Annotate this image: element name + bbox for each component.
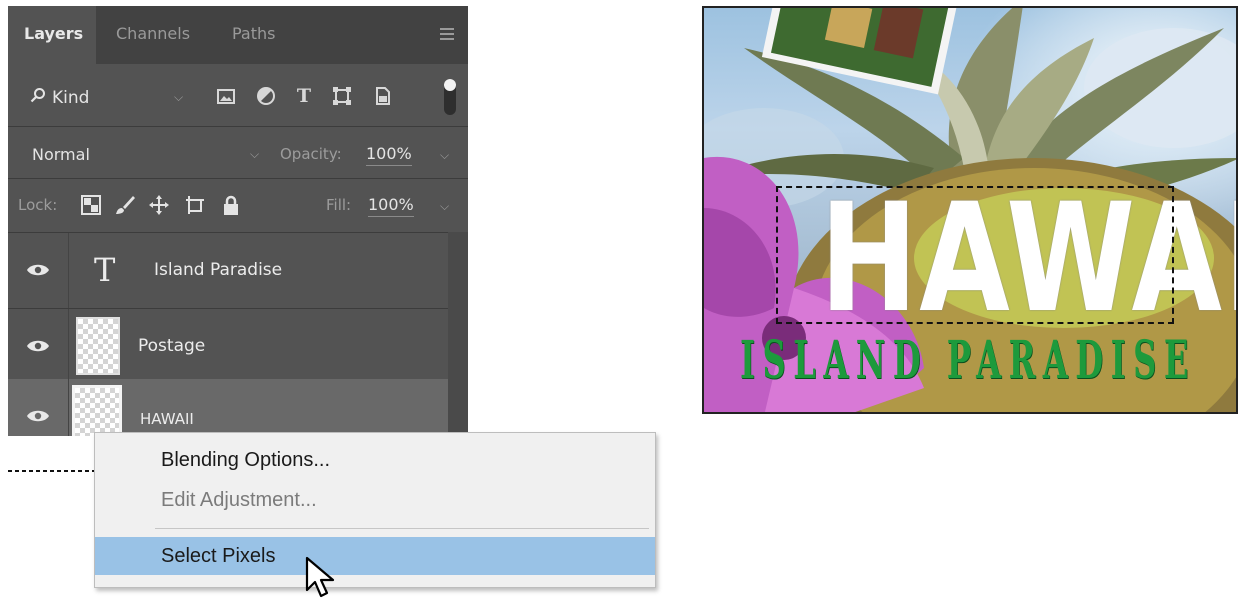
fill-chevron-icon[interactable]: ⌵ [440, 199, 449, 214]
opacity-input[interactable]: 100% [366, 144, 412, 166]
divider [8, 178, 468, 179]
eye-icon [27, 340, 49, 352]
eye-icon [27, 264, 49, 276]
lock-label: Lock: [18, 196, 58, 214]
adjustment-filter-icon[interactable] [254, 84, 278, 108]
menu-item-select-pixels[interactable]: Select Pixels [95, 537, 655, 575]
image-filter-icon[interactable] [214, 84, 238, 108]
visibility-toggle[interactable] [8, 379, 68, 436]
layer-name: Postage [138, 336, 206, 356]
column-divider [68, 379, 69, 436]
column-divider [68, 309, 69, 385]
filter-toggle[interactable] [444, 79, 456, 115]
lock-transparent-pixels-icon[interactable] [80, 194, 102, 216]
chevron-down-icon: ⌵ [250, 147, 260, 161]
search-icon [30, 88, 45, 103]
selection-marquee [8, 470, 94, 472]
blend-row: Normal ⌵ Opacity: 100% ⌵ [8, 132, 468, 176]
island-paradise-text: ISLAND PARADISE [740, 330, 1196, 391]
layers-panel: Layers Channels Paths Kind ⌵ T Normal ⌵ … [8, 6, 468, 436]
type-filter-icon[interactable]: T [292, 84, 316, 108]
opacity-chevron-icon[interactable]: ⌵ [440, 148, 449, 163]
layer-thumbnail [76, 317, 120, 375]
lock-position-icon[interactable] [148, 194, 170, 216]
filter-kind-dropdown[interactable]: Kind ⌵ [16, 80, 192, 114]
visibility-toggle[interactable] [8, 309, 68, 385]
column-divider [68, 233, 69, 309]
menu-item-edit-adjustment: Edit Adjustment... [161, 489, 317, 511]
fill-input[interactable]: 100% [368, 195, 414, 217]
pixel-selection-marquee [776, 186, 1174, 324]
tab-channels[interactable]: Channels [116, 6, 190, 64]
document-canvas[interactable]: HAWAII ISLAND PARADISE [702, 6, 1238, 414]
text-layer-icon: T [94, 251, 116, 289]
layer-name: HAWAII [140, 410, 194, 428]
layer-name: Island Paradise [154, 260, 283, 280]
blend-mode-value: Normal [32, 145, 90, 164]
divider [8, 126, 468, 127]
shape-filter-icon[interactable] [330, 84, 354, 108]
layer-row-postage[interactable]: Postage [8, 309, 468, 385]
blend-mode-dropdown[interactable]: Normal ⌵ [16, 138, 274, 170]
lock-row: Lock: Fill: 100% ⌵ [8, 180, 468, 232]
chevron-down-icon: ⌵ [174, 90, 184, 104]
mouse-pointer-icon [305, 556, 335, 598]
menu-separator [155, 528, 649, 529]
lock-all-icon[interactable] [220, 194, 242, 216]
tab-layers[interactable]: Layers [8, 6, 96, 64]
fill-label: Fill: [326, 196, 352, 214]
smart-object-filter-icon[interactable] [370, 84, 394, 108]
eye-icon [27, 410, 49, 422]
visibility-toggle[interactable] [8, 233, 68, 309]
lock-image-pixels-icon[interactable] [114, 194, 136, 216]
hawaii-title: HAWAII [776, 172, 1236, 346]
context-menu: Blending Options... Edit Adjustment... S… [94, 432, 656, 588]
panel-scrollbar[interactable] [448, 232, 468, 436]
opacity-label: Opacity: [280, 145, 342, 163]
filter-kind-label: Kind [52, 88, 90, 108]
panel-menu-icon[interactable] [440, 28, 454, 40]
tab-paths[interactable]: Paths [232, 6, 275, 64]
layer-row-hawaii[interactable]: HAWAII [8, 379, 468, 436]
lock-artboard-icon[interactable] [184, 194, 206, 216]
layer-row-island-paradise[interactable]: T Island Paradise [8, 233, 468, 309]
layer-thumbnail [72, 385, 122, 436]
filter-row: Kind ⌵ T [8, 71, 468, 123]
menu-item-blending-options[interactable]: Blending Options... [95, 441, 655, 479]
panel-tab-bar: Layers Channels Paths [8, 6, 468, 64]
